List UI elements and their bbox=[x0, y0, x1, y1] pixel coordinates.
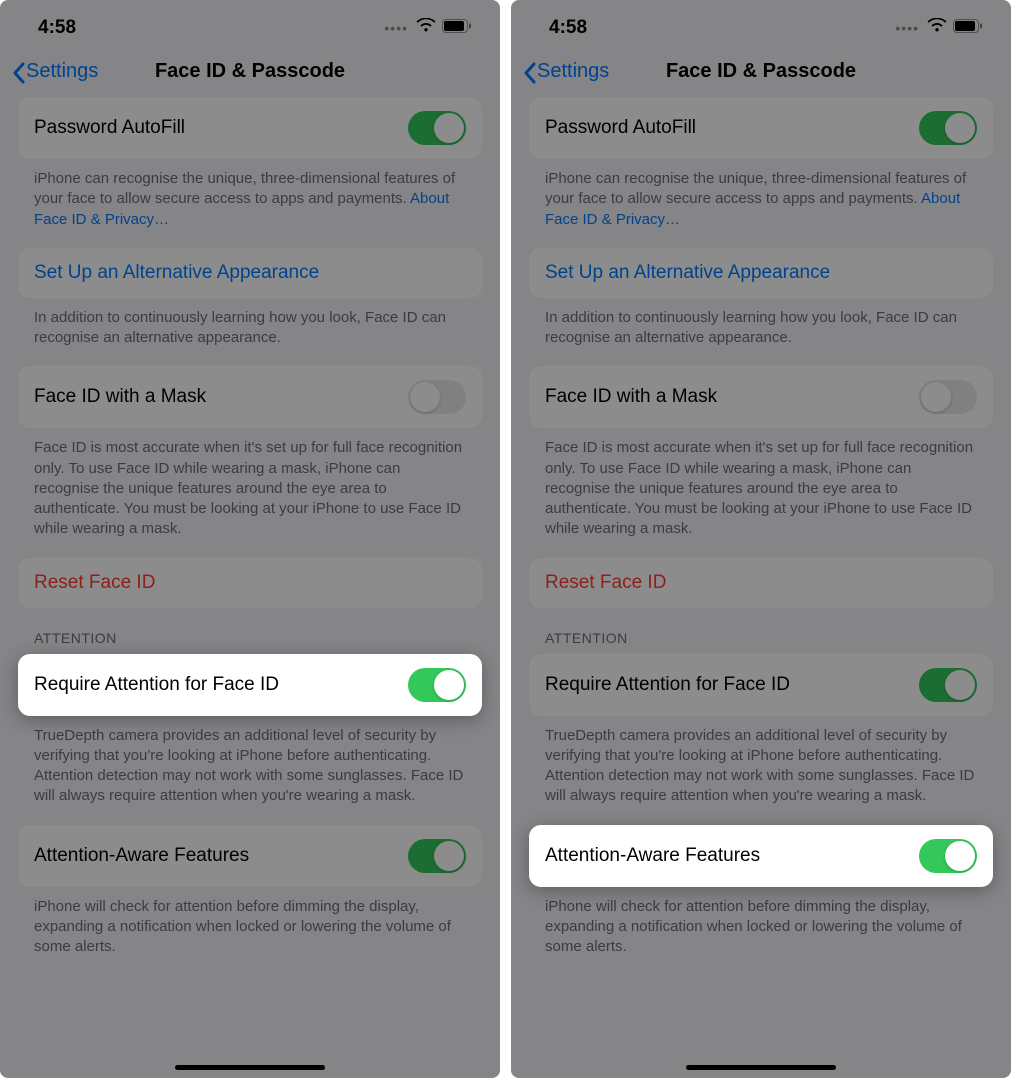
attention-aware-label: Attention-Aware Features bbox=[545, 845, 760, 867]
require-attention-label: Require Attention for Face ID bbox=[545, 674, 790, 696]
password-autofill-row[interactable]: Password AutoFill bbox=[529, 97, 993, 159]
nav-bar: Settings Face ID & Passcode bbox=[511, 50, 1011, 97]
alternative-appearance-label: Set Up an Alternative Appearance bbox=[545, 262, 830, 284]
status-time: 4:58 bbox=[549, 17, 587, 39]
password-autofill-toggle[interactable] bbox=[408, 111, 466, 145]
nav-title: Face ID & Passcode bbox=[666, 60, 856, 83]
attention-aware-row[interactable]: Attention-Aware Features bbox=[529, 825, 993, 887]
attention-aware-label: Attention-Aware Features bbox=[34, 845, 249, 867]
require-attention-footer: TrueDepth camera provides an additional … bbox=[511, 716, 1011, 825]
attention-aware-toggle[interactable] bbox=[919, 839, 977, 873]
back-button[interactable]: Settings bbox=[523, 60, 609, 83]
status-bar: 4:58 •••• bbox=[511, 0, 1011, 50]
attention-section-header: ATTENTION bbox=[0, 608, 500, 654]
require-attention-toggle[interactable] bbox=[408, 668, 466, 702]
autofill-footer: iPhone can recognise the unique, three-d… bbox=[0, 159, 500, 248]
alternative-appearance-row[interactable]: Set Up an Alternative Appearance bbox=[18, 248, 482, 298]
alternative-appearance-footer: In addition to continuously learning how… bbox=[511, 298, 1011, 367]
alternative-appearance-label: Set Up an Alternative Appearance bbox=[34, 262, 319, 284]
status-icons: •••• bbox=[384, 18, 472, 38]
faceid-mask-toggle[interactable] bbox=[408, 380, 466, 414]
battery-icon bbox=[953, 19, 983, 38]
password-autofill-label: Password AutoFill bbox=[545, 117, 696, 139]
phone-screenshot-right: 4:58 •••• Settings Face ID & Passcode Pa… bbox=[511, 0, 1011, 1078]
faceid-mask-row[interactable]: Face ID with a Mask bbox=[529, 366, 993, 428]
chevron-left-icon bbox=[12, 62, 24, 82]
autofill-footer: iPhone can recognise the unique, three-d… bbox=[511, 159, 1011, 248]
faceid-mask-toggle[interactable] bbox=[919, 380, 977, 414]
faceid-mask-row[interactable]: Face ID with a Mask bbox=[18, 366, 482, 428]
faceid-mask-footer: Face ID is most accurate when it's set u… bbox=[511, 428, 1011, 557]
attention-aware-footer: iPhone will check for attention before d… bbox=[0, 887, 500, 976]
battery-icon bbox=[442, 19, 472, 38]
alternative-appearance-row[interactable]: Set Up an Alternative Appearance bbox=[529, 248, 993, 298]
require-attention-label: Require Attention for Face ID bbox=[34, 674, 279, 696]
cellular-dots-icon: •••• bbox=[384, 20, 408, 36]
reset-faceid-row[interactable]: Reset Face ID bbox=[18, 558, 482, 608]
wifi-icon bbox=[927, 18, 947, 38]
home-indicator[interactable] bbox=[686, 1065, 836, 1070]
attention-aware-row[interactable]: Attention-Aware Features bbox=[18, 825, 482, 887]
require-attention-row[interactable]: Require Attention for Face ID bbox=[18, 654, 482, 716]
faceid-mask-label: Face ID with a Mask bbox=[34, 386, 206, 408]
nav-title: Face ID & Passcode bbox=[155, 60, 345, 83]
require-attention-row[interactable]: Require Attention for Face ID bbox=[529, 654, 993, 716]
settings-content: Password AutoFill iPhone can recognise t… bbox=[0, 97, 500, 995]
password-autofill-toggle[interactable] bbox=[919, 111, 977, 145]
settings-content: Password AutoFill iPhone can recognise t… bbox=[511, 97, 1011, 995]
attention-aware-footer: iPhone will check for attention before d… bbox=[511, 887, 1011, 976]
nav-bar: Settings Face ID & Passcode bbox=[0, 50, 500, 97]
reset-faceid-label: Reset Face ID bbox=[545, 572, 666, 594]
faceid-mask-footer: Face ID is most accurate when it's set u… bbox=[0, 428, 500, 557]
faceid-mask-label: Face ID with a Mask bbox=[545, 386, 717, 408]
attention-section-header: ATTENTION bbox=[511, 608, 1011, 654]
require-attention-toggle[interactable] bbox=[919, 668, 977, 702]
require-attention-footer: TrueDepth camera provides an additional … bbox=[0, 716, 500, 825]
reset-faceid-row[interactable]: Reset Face ID bbox=[529, 558, 993, 608]
phone-screenshot-left: 4:58 •••• Settings Face ID & Passcode Pa… bbox=[0, 0, 500, 1078]
alternative-appearance-footer: In addition to continuously learning how… bbox=[0, 298, 500, 367]
password-autofill-label: Password AutoFill bbox=[34, 117, 185, 139]
back-label: Settings bbox=[537, 60, 609, 83]
status-time: 4:58 bbox=[38, 17, 76, 39]
back-button[interactable]: Settings bbox=[12, 60, 98, 83]
attention-aware-toggle[interactable] bbox=[408, 839, 466, 873]
status-bar: 4:58 •••• bbox=[0, 0, 500, 50]
back-label: Settings bbox=[26, 60, 98, 83]
reset-faceid-label: Reset Face ID bbox=[34, 572, 155, 594]
status-icons: •••• bbox=[895, 18, 983, 38]
home-indicator[interactable] bbox=[175, 1065, 325, 1070]
wifi-icon bbox=[416, 18, 436, 38]
password-autofill-row[interactable]: Password AutoFill bbox=[18, 97, 482, 159]
cellular-dots-icon: •••• bbox=[895, 20, 919, 36]
chevron-left-icon bbox=[523, 62, 535, 82]
